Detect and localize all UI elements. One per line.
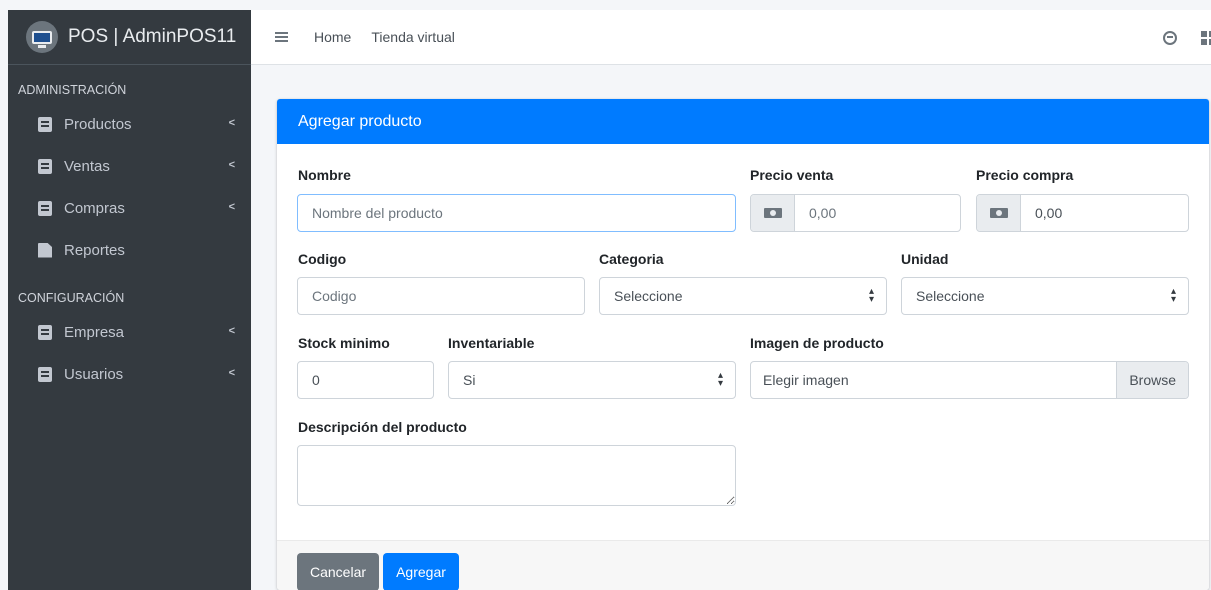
- select-caret-icon: ▴ ▾: [1170, 286, 1176, 305]
- brand-link[interactable]: POS | AdminPOS11: [8, 10, 251, 65]
- card-footer: Cancelar Agregar: [277, 540, 1209, 590]
- precio-venta-label: Precio venta: [750, 167, 834, 183]
- stock-minimo-value: 0: [312, 372, 320, 388]
- sidebar-item-usuarios[interactable]: Usuarios <: [8, 353, 251, 395]
- unidad-select[interactable]: Seleccione ▴ ▾: [901, 277, 1189, 315]
- cancel-button[interactable]: Cancelar: [297, 553, 379, 590]
- user-circle-icon[interactable]: [1163, 30, 1177, 45]
- list-icon: [38, 200, 52, 216]
- precio-compra-input[interactable]: 0,00: [976, 194, 1189, 232]
- chevron-left-icon: <: [228, 201, 235, 213]
- codigo-placeholder: Codigo: [312, 288, 357, 304]
- imagen-file-input[interactable]: Elegir imagen Browse: [750, 361, 1189, 399]
- sidebar-item-ventas[interactable]: Ventas <: [8, 145, 251, 187]
- sidebar-item-label: Compras: [64, 199, 125, 217]
- money-bill-icon: [751, 195, 795, 231]
- precio-compra-value: 0,00: [1035, 205, 1063, 221]
- categoria-label: Categoria: [599, 251, 664, 267]
- codigo-input[interactable]: Codigo: [297, 277, 585, 315]
- top-navbar: Home Tienda virtual: [251, 10, 1211, 65]
- descripcion-label: Descripción del producto: [298, 419, 467, 435]
- sidebar-item-compras[interactable]: Compras <: [8, 187, 251, 229]
- monitor-logo-icon: [26, 21, 58, 53]
- add-button[interactable]: Agregar: [383, 553, 459, 590]
- select-caret-icon: ▴ ▾: [717, 370, 723, 389]
- stock-minimo-input[interactable]: 0: [297, 361, 434, 399]
- list-icon: [38, 366, 52, 382]
- nombre-placeholder: Nombre del producto: [312, 205, 443, 221]
- precio-venta-input[interactable]: 0,00: [750, 194, 961, 232]
- nombre-input[interactable]: Nombre del producto: [297, 194, 736, 232]
- chevron-left-icon: <: [228, 367, 235, 379]
- nav-header-configuracion: CONFIGURACIÓN: [18, 291, 125, 305]
- menu-toggle-icon[interactable]: [275, 32, 288, 42]
- nav-link-tienda-virtual[interactable]: Tienda virtual: [371, 29, 455, 45]
- sidebar: POS | AdminPOS11 ADMINISTRACIÓN Producto…: [8, 10, 251, 590]
- sidebar-item-label: Usuarios: [64, 365, 124, 383]
- inventariable-label: Inventariable: [448, 335, 535, 351]
- precio-compra-label: Precio compra: [976, 167, 1074, 183]
- list-icon: [38, 324, 52, 340]
- content-wrapper: Agregar producto Nombre Nombre del produ…: [259, 65, 1211, 590]
- sidebar-item-label: Empresa: [64, 323, 125, 341]
- codigo-label: Codigo: [298, 251, 347, 267]
- list-icon: [38, 116, 52, 132]
- chevron-left-icon: <: [228, 325, 235, 337]
- nav-header-administracion: ADMINISTRACIÓN: [18, 83, 127, 97]
- list-icon: [38, 158, 52, 174]
- select-caret-icon: ▴ ▾: [868, 286, 874, 305]
- unidad-label: Unidad: [901, 251, 949, 267]
- categoria-selected: Seleccione: [614, 288, 683, 304]
- nav-link-home[interactable]: Home: [314, 29, 351, 45]
- sidebar-item-reportes[interactable]: Reportes: [8, 229, 251, 271]
- precio-venta-value: 0,00: [809, 205, 837, 221]
- inventariable-select[interactable]: Si ▴ ▾: [448, 361, 736, 399]
- inventariable-selected: Si: [463, 372, 476, 388]
- sidebar-item-empresa[interactable]: Empresa <: [8, 311, 251, 353]
- nombre-label: Nombre: [298, 167, 351, 183]
- sidebar-item-label: Reportes: [64, 241, 125, 259]
- sidebar-item-label: Ventas: [64, 157, 110, 175]
- sidebar-item-label: Productos: [64, 115, 132, 133]
- imagen-file-text: Elegir imagen: [763, 372, 849, 388]
- add-product-card: Agregar producto Nombre Nombre del produ…: [277, 99, 1209, 590]
- descripcion-textarea[interactable]: [297, 445, 736, 506]
- unidad-selected: Seleccione: [916, 288, 985, 304]
- categoria-select[interactable]: Seleccione ▴ ▾: [599, 277, 887, 315]
- file-icon: [38, 242, 52, 258]
- imagen-label: Imagen de producto: [750, 335, 884, 351]
- brand-text: POS | AdminPOS11: [68, 26, 237, 47]
- card-title: Agregar producto: [277, 99, 1209, 144]
- browse-button[interactable]: Browse: [1116, 362, 1188, 398]
- chevron-left-icon: <: [228, 159, 235, 171]
- chevron-left-icon: <: [228, 117, 235, 129]
- stock-minimo-label: Stock minimo: [298, 335, 390, 351]
- money-bill-icon: [977, 195, 1021, 231]
- apps-grid-icon[interactable]: [1201, 30, 1211, 45]
- sidebar-item-productos[interactable]: Productos <: [8, 103, 251, 145]
